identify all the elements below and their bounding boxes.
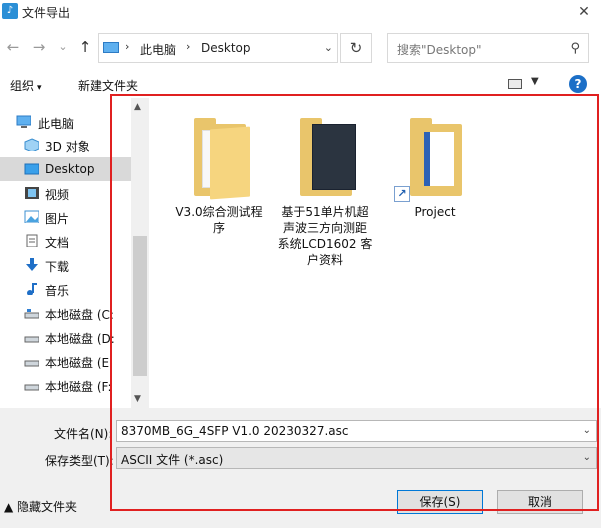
window-title: 文件导出 [22, 6, 71, 20]
sidebar-item-drive-d[interactable]: 本地磁盘 (D: [0, 325, 131, 349]
sidebar-item-pictures[interactable]: 图片 [0, 205, 131, 229]
folder-icon [300, 118, 356, 196]
title-bar: ♪ 文件导出 ✕ [0, 0, 601, 26]
sidebar-item-label: 音乐 [45, 284, 70, 298]
search-icon: ⚲ [570, 41, 580, 56]
file-name-line: 基于51单片机超 [281, 205, 369, 219]
search-placeholder: 搜索"Desktop" [397, 43, 482, 57]
hide-folders-toggle[interactable]: ▲ 隐藏文件夹 [4, 498, 77, 515]
chevron-down-icon[interactable]: ⌄ [583, 452, 591, 463]
scroll-down-icon[interactable]: ▼ [134, 394, 141, 404]
file-name: 基于51单片机超 声波三方向测距 系统LCD1602 客 户资料 [270, 204, 380, 268]
drive-icon [24, 336, 39, 343]
chevron-down-icon[interactable]: ⌄ [583, 425, 591, 436]
hide-folders-label: 隐藏文件夹 [17, 500, 78, 514]
sidebar-item-label: 文档 [45, 236, 70, 250]
sidebar-item-label: 本地磁盘 (F: [45, 380, 112, 394]
sidebar-item-label: 图片 [45, 212, 70, 226]
sidebar-item-label: Desktop [45, 162, 95, 176]
search-input[interactable]: 搜索"Desktop" ⚲ [387, 33, 589, 63]
sidebar-item-label: 本地磁盘 (E: [45, 356, 114, 370]
file-name-line: 户资料 [306, 253, 343, 267]
chevron-down-icon[interactable]: ⌄ [324, 41, 333, 54]
sidebar-item-videos[interactable]: 视频 [0, 181, 131, 205]
cancel-button[interactable]: 取消 [497, 490, 583, 514]
file-name-line: Project [414, 205, 456, 219]
caret-down-icon[interactable]: ▼ [531, 76, 539, 87]
view-options-icon[interactable] [508, 79, 522, 89]
file-name-line: V3.0综合测试程 [175, 205, 263, 219]
caret-down-icon: ▾ [37, 83, 42, 93]
forward-arrow-icon[interactable]: → [28, 36, 50, 58]
file-name: V3.0综合测试程 序 [164, 204, 274, 236]
sidebar-item-desktop[interactable]: Desktop [0, 157, 131, 181]
desktop-icon [24, 163, 39, 175]
monitor-icon [103, 42, 119, 53]
sidebar-item-drive-e[interactable]: 本地磁盘 (E: [0, 349, 131, 373]
monitor-icon [16, 115, 31, 128]
sidebar-item-drive-f[interactable]: 本地磁盘 (F: [0, 373, 131, 397]
sidebar-item-label: 3D 对象 [45, 140, 90, 154]
video-icon [25, 187, 39, 199]
file-name-line: 序 [212, 221, 225, 235]
filetype-label: 保存类型(T): [45, 454, 114, 468]
organize-menu[interactable]: 组织 ▾ [10, 77, 42, 94]
file-name-line: 声波三方向测距 [282, 221, 367, 235]
file-name-line: 系统LCD1602 客 [277, 237, 373, 251]
sidebar-item-this-pc[interactable]: 此电脑 [0, 110, 131, 134]
file-export-dialog: ♪ 文件导出 ✕ ← → ⌄ ↑ › 此电脑 › Desktop ⌄ ↻ 搜索"… [0, 0, 601, 528]
recent-locations-icon[interactable]: ⌄ [52, 36, 74, 58]
scroll-up-icon[interactable]: ▲ [134, 102, 141, 112]
address-bar[interactable]: › 此电脑 › Desktop ⌄ [98, 33, 338, 63]
folder-icon [194, 118, 250, 200]
breadcrumb-desktop[interactable]: Desktop [201, 41, 251, 55]
save-button[interactable]: 保存(S) [397, 490, 483, 514]
folder-icon [410, 118, 466, 196]
organize-label: 组织 [10, 79, 35, 93]
drive-icon [24, 309, 39, 319]
back-arrow-icon[interactable]: ← [2, 36, 24, 58]
cube-icon [24, 138, 39, 151]
sidebar-item-music[interactable]: 音乐 [0, 277, 131, 301]
file-name: Project [380, 204, 490, 220]
drive-icon [24, 360, 39, 367]
navigation-bar: ← → ⌄ ↑ › 此电脑 › Desktop ⌄ ↻ 搜索"Desktop" … [0, 30, 601, 64]
app-music-icon: ♪ [2, 3, 18, 19]
sidebar-item-3d-objects[interactable]: 3D 对象 [0, 133, 131, 157]
sidebar-item-downloads[interactable]: 下载 [0, 253, 131, 277]
sidebar-item-label: 本地磁盘 (C: [45, 308, 114, 322]
drive-icon [24, 384, 39, 391]
command-bar: 组织 ▾ 新建文件夹 ▼ ? [0, 70, 601, 98]
filename-value: 8370MB_6G_4SFP V1.0 20230327.asc [121, 424, 349, 438]
breadcrumb-separator[interactable]: › [186, 40, 190, 53]
sidebar-item-label: 此电脑 [38, 117, 75, 131]
filename-field[interactable]: 8370MB_6G_4SFP V1.0 20230327.asc ⌄ [116, 420, 597, 442]
document-icon [26, 234, 38, 247]
breadcrumb-separator[interactable]: › [125, 40, 129, 53]
refresh-button[interactable]: ↻ [340, 33, 372, 63]
scrollbar-thumb[interactable] [133, 236, 147, 376]
music-icon [27, 283, 37, 295]
sidebar-item-label: 下载 [45, 260, 70, 274]
sidebar-item-documents[interactable]: 文档 [0, 229, 131, 253]
download-icon [26, 258, 38, 271]
filename-label: 文件名(N): [54, 427, 113, 441]
close-button[interactable]: ✕ [567, 0, 601, 26]
breadcrumb-this-pc[interactable]: 此电脑 [140, 41, 176, 58]
sidebar-item-label: 本地磁盘 (D: [45, 332, 115, 346]
sidebar-scrollbar[interactable]: ▲ ▼ [131, 98, 149, 408]
new-folder-button[interactable]: 新建文件夹 [78, 77, 138, 94]
filetype-value: ASCII 文件 (*.asc) [121, 453, 224, 467]
save-form-panel: 文件名(N): 8370MB_6G_4SFP V1.0 20230327.asc… [0, 408, 601, 528]
up-arrow-icon[interactable]: ↑ [74, 36, 96, 58]
help-icon[interactable]: ? [569, 75, 587, 93]
filetype-select[interactable]: ASCII 文件 (*.asc) ⌄ [116, 447, 597, 469]
navigation-pane: 此电脑 3D 对象 Desktop 视频 图片 文档 下载 音乐 本地磁盘 (C… [0, 98, 131, 408]
shortcut-arrow-icon: ↗ [394, 186, 410, 202]
picture-icon [24, 210, 39, 223]
sidebar-item-drive-c[interactable]: 本地磁盘 (C: [0, 301, 131, 325]
sidebar-item-label: 视频 [45, 188, 70, 202]
caret-up-icon: ▲ [4, 500, 18, 514]
